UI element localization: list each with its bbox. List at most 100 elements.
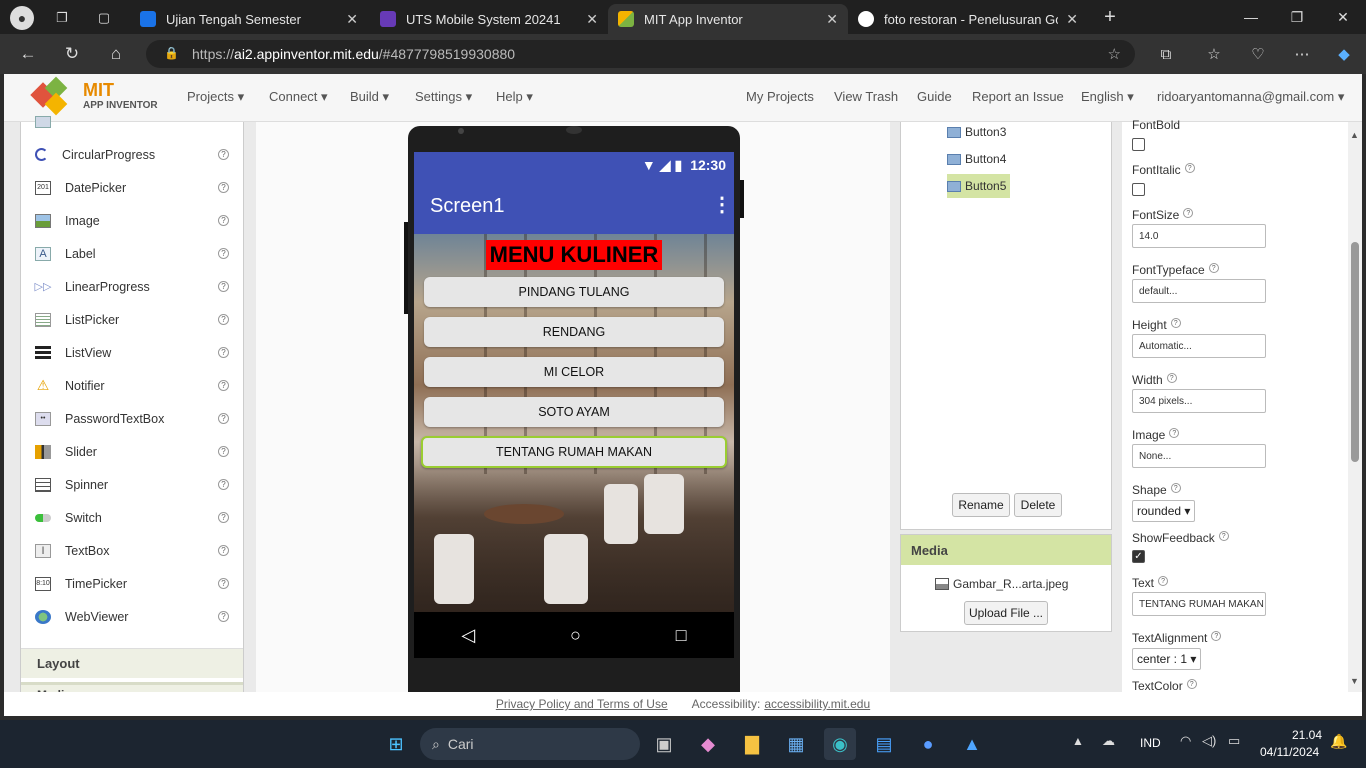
edge-icon[interactable]: ◉ xyxy=(824,728,856,760)
battery-tray-icon[interactable]: ▭ xyxy=(1228,733,1240,749)
link-view-trash[interactable]: View Trash xyxy=(834,89,898,104)
properties-scrollbar[interactable]: ▲ ▼ xyxy=(1348,122,1362,692)
palette-item-linearprogress[interactable]: ▷▷ LinearProgress? xyxy=(21,270,243,303)
workspaces-icon[interactable]: ❐ xyxy=(50,6,74,30)
palette-section-media[interactable]: Media xyxy=(21,682,243,692)
close-icon[interactable]: ✕ xyxy=(346,11,358,28)
component-button5[interactable]: Button5 xyxy=(947,174,1011,198)
rename-button[interactable]: Rename xyxy=(952,493,1010,517)
palette-item-spinner[interactable]: Spinner? xyxy=(21,468,243,501)
textalignment-select[interactable]: center : 1 ▾ xyxy=(1132,648,1202,670)
link-guide[interactable]: Guide xyxy=(917,89,952,104)
button-mi-celor[interactable]: MI CELOR xyxy=(424,357,724,387)
palette-item-webviewer[interactable]: WebViewer? xyxy=(21,600,243,633)
link-my-projects[interactable]: My Projects xyxy=(746,89,814,104)
reload-button[interactable]: ↻ xyxy=(56,40,88,68)
component-button3[interactable]: Button3 xyxy=(947,120,1010,144)
extensions-icon[interactable]: ⧉ xyxy=(1150,40,1182,68)
component-button4[interactable]: Button4 xyxy=(947,147,1010,171)
upload-file-button[interactable]: Upload File ... xyxy=(964,601,1048,625)
help-icon[interactable]: ? xyxy=(218,545,229,556)
back-nav-icon[interactable]: ◁ xyxy=(461,625,475,646)
copilot-taskbar-icon[interactable]: ◆ xyxy=(692,728,724,760)
help-icon[interactable]: ? xyxy=(218,413,229,424)
scroll-down-arrow[interactable]: ▼ xyxy=(1350,676,1359,686)
palette-item-circularprogress[interactable]: CircularProgress? xyxy=(21,138,243,171)
menu-projects[interactable]: Projects ▾ xyxy=(187,89,244,105)
height-input[interactable]: Automatic... xyxy=(1132,334,1266,358)
button-tentang-rumah-makan[interactable]: TENTANG RUMAH MAKAN xyxy=(421,436,727,468)
shape-select[interactable]: rounded ▾ xyxy=(1132,500,1196,522)
close-icon[interactable]: ✕ xyxy=(826,11,838,28)
file-explorer-icon[interactable]: ▇ xyxy=(736,728,768,760)
clock-date[interactable]: 04/11/2024 xyxy=(1260,745,1319,759)
width-input[interactable]: 304 pixels... xyxy=(1132,389,1266,413)
clock-time[interactable]: 21.04 xyxy=(1292,728,1322,742)
tab-actions-icon[interactable]: ▢ xyxy=(92,6,116,30)
help-icon[interactable]: ? xyxy=(218,248,229,259)
help-icon[interactable]: ? xyxy=(218,347,229,358)
palette-item-switch[interactable]: Switch? xyxy=(21,501,243,534)
back-button[interactable]: ← xyxy=(12,40,44,68)
menu-settings[interactable]: Settings ▾ xyxy=(415,89,472,105)
fontbold-checkbox[interactable] xyxy=(1132,138,1145,151)
help-icon[interactable]: ? xyxy=(218,512,229,523)
recents-nav-icon[interactable]: □ xyxy=(676,625,687,646)
button-pindang-tulang[interactable]: PINDANG TULANG xyxy=(424,277,724,307)
store-icon[interactable]: ▤ xyxy=(868,728,900,760)
home-button[interactable]: ⌂ xyxy=(100,40,132,68)
favorites-icon[interactable]: ☆ xyxy=(1198,40,1230,68)
image-input[interactable]: None... xyxy=(1132,444,1266,468)
close-icon[interactable]: ✕ xyxy=(586,11,598,28)
new-tab-button[interactable]: + xyxy=(1096,4,1124,30)
language-menu[interactable]: English ▾ xyxy=(1081,89,1134,105)
fontitalic-checkbox[interactable] xyxy=(1132,183,1145,196)
mit-logo[interactable] xyxy=(30,76,74,116)
help-icon[interactable]: ? xyxy=(218,479,229,490)
close-window-button[interactable]: ✕ xyxy=(1320,0,1366,34)
help-icon[interactable]: ? xyxy=(218,446,229,457)
tab-foto-restoran[interactable]: foto restoran - Penelusuran Goog ✕ xyxy=(848,4,1088,34)
copilot-icon[interactable]: ◆ xyxy=(1328,40,1360,68)
taskbar-search[interactable]: ⌕ Cari xyxy=(420,728,640,760)
task-view-icon[interactable]: ▣ xyxy=(648,728,680,760)
tray-chevron-icon[interactable]: ▲ xyxy=(1072,734,1084,748)
media-file-item[interactable]: Gambar_R...arta.jpeg xyxy=(935,577,1068,591)
close-icon[interactable]: ✕ xyxy=(1066,11,1078,28)
accessibility-link[interactable]: accessibility.mit.edu xyxy=(764,697,870,711)
delete-button[interactable]: Delete xyxy=(1014,493,1062,517)
palette-item-timepicker[interactable]: 8:10 TimePicker? xyxy=(21,567,243,600)
profile-avatar[interactable]: ● xyxy=(10,6,34,30)
palette-item-listpicker[interactable]: ListPicker? xyxy=(21,303,243,336)
palette-item-passwordtextbox[interactable]: •• PasswordTextBox? xyxy=(21,402,243,435)
minimize-button[interactable]: — xyxy=(1228,0,1274,34)
fontsize-input[interactable]: 14.0 xyxy=(1132,224,1266,248)
help-icon[interactable]: ? xyxy=(218,314,229,325)
taskbar-app-icon[interactable]: ▦ xyxy=(780,728,812,760)
help-icon[interactable]: ? xyxy=(218,380,229,391)
menu-connect[interactable]: Connect ▾ xyxy=(269,89,328,105)
palette-section-layout[interactable]: Layout xyxy=(21,648,243,678)
scroll-up-arrow[interactable]: ▲ xyxy=(1350,130,1359,140)
menu-help[interactable]: Help ▾ xyxy=(496,89,533,105)
button-soto-ayam[interactable]: SOTO AYAM xyxy=(424,397,724,427)
tab-mit-app-inventor[interactable]: MIT App Inventor ✕ xyxy=(608,4,848,34)
account-menu[interactable]: ridoaryantomanna@gmail.com ▾ xyxy=(1157,89,1344,105)
help-icon[interactable]: ? xyxy=(218,578,229,589)
network-alert-icon[interactable]: ☁ xyxy=(1102,733,1115,749)
help-icon[interactable]: ? xyxy=(218,149,229,160)
help-icon[interactable]: ? xyxy=(218,215,229,226)
help-icon[interactable]: ? xyxy=(218,182,229,193)
more-icon[interactable]: ⋯ xyxy=(1286,40,1318,68)
button-rendang[interactable]: RENDANG xyxy=(424,317,724,347)
palette-item-slider[interactable]: Slider? xyxy=(21,435,243,468)
palette-item-image[interactable]: Image? xyxy=(21,204,243,237)
palette-item-listview[interactable]: ListView? xyxy=(21,336,243,369)
lock-icon[interactable]: 🔒 xyxy=(164,46,179,60)
notification-bell-icon[interactable]: 🔔 xyxy=(1330,733,1347,750)
overflow-menu-icon[interactable]: ⋮ xyxy=(712,192,732,217)
photos-icon[interactable]: ▲ xyxy=(956,728,988,760)
volume-icon[interactable]: ◁) xyxy=(1202,733,1216,749)
scrollbar-thumb[interactable] xyxy=(1351,242,1359,462)
star-icon[interactable]: ☆ xyxy=(1108,45,1121,63)
